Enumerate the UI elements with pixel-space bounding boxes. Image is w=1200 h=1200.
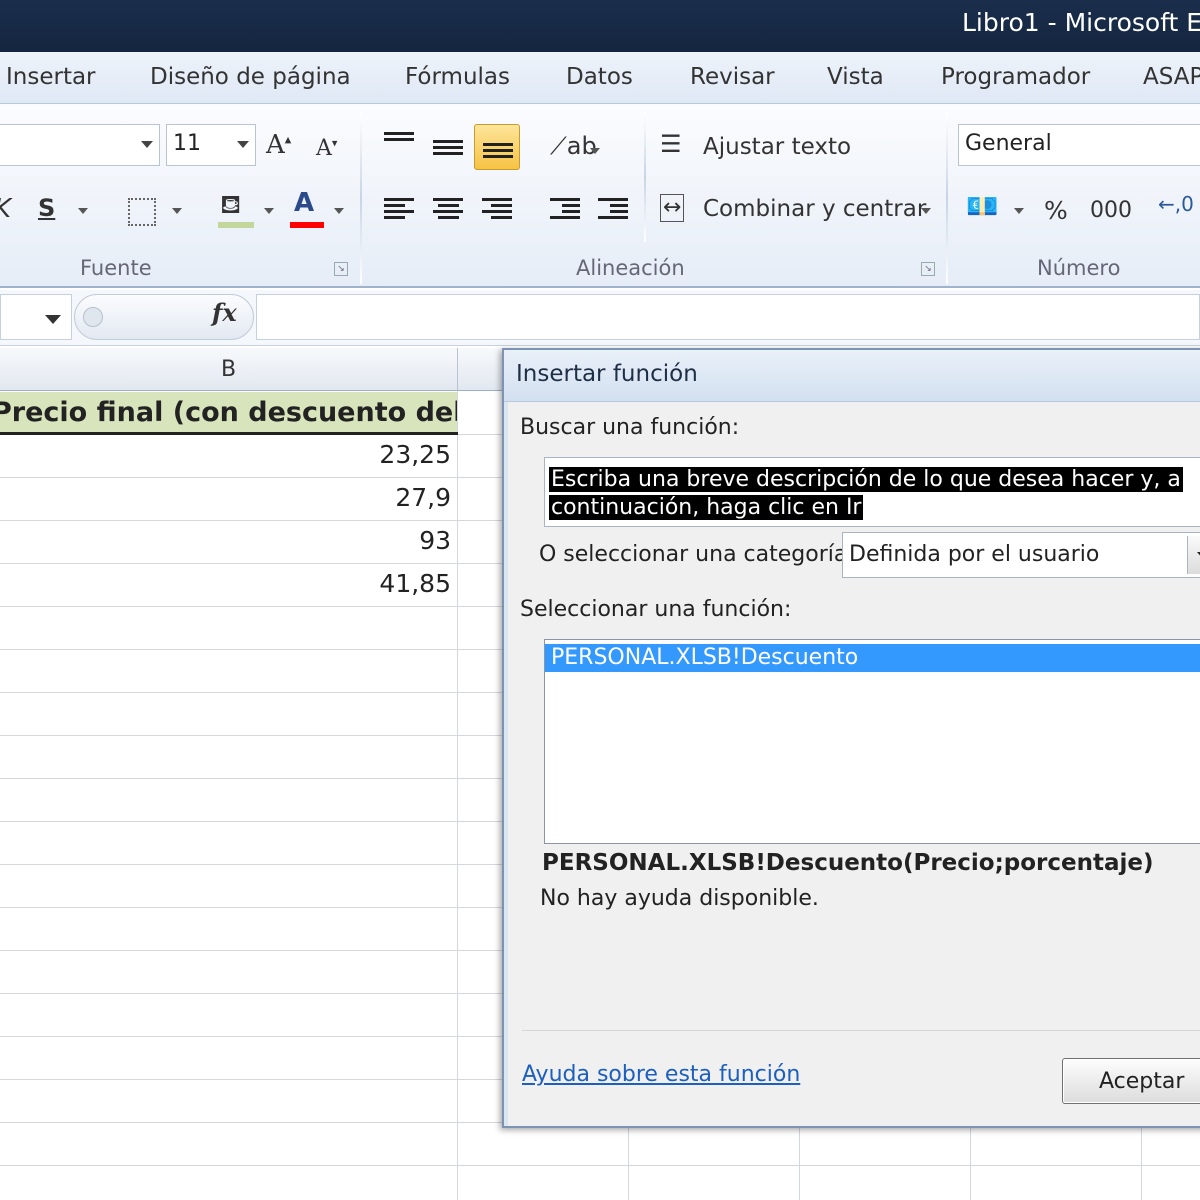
chevron-down-icon [141, 141, 153, 148]
tab-asap[interactable]: ASAP [1143, 64, 1200, 90]
name-box[interactable] [0, 294, 72, 340]
insert-function-button[interactable]: fx [212, 298, 237, 327]
function-list[interactable]: PERSONAL.XLSB!Descuento [544, 639, 1200, 844]
chevron-down-icon[interactable] [590, 148, 600, 154]
tab-insertar[interactable]: Insertar [6, 64, 96, 90]
group-label-alineacion: Alineación [576, 256, 685, 280]
font-color-swatch [290, 222, 324, 228]
decrease-indent-icon[interactable] [550, 198, 580, 222]
tab-revisar[interactable]: Revisar [690, 64, 775, 90]
merge-center-icon[interactable]: ↔ [660, 194, 685, 222]
search-line-2: continuación, haga clic en Ir [549, 495, 864, 520]
category-select[interactable]: Definida por el usuario [842, 532, 1200, 578]
function-signature: PERSONAL.XLSB!Descuento(Precio;porcentaj… [542, 850, 1154, 876]
fill-color-icon[interactable]: ⛾ [220, 190, 241, 224]
align-top-icon[interactable] [384, 132, 414, 156]
borders-icon[interactable] [128, 198, 156, 226]
font-color-icon[interactable]: A [294, 188, 314, 218]
select-function-label: Seleccionar una función: [520, 597, 792, 622]
category-label: O seleccionar una categoría: [539, 542, 855, 567]
divider [522, 1030, 1200, 1032]
ribbon-tabs: Insertar Diseño de página Fórmulas Datos… [0, 52, 1200, 104]
help-link[interactable]: Ayuda sobre esta función [522, 1062, 800, 1087]
formula-bar: fx [0, 290, 1200, 346]
increase-decimal-icon[interactable]: ←,0 [1158, 192, 1194, 216]
group-separator [360, 112, 362, 284]
percent-style-button[interactable]: % [1044, 196, 1068, 225]
comma-style-button[interactable]: 000 [1090, 198, 1132, 223]
chevron-down-icon[interactable] [264, 208, 274, 214]
align-bottom-icon [483, 143, 513, 167]
function-help-text: No hay ayuda disponible. [540, 886, 819, 911]
tab-formulas[interactable]: Fórmulas [405, 64, 510, 90]
chevron-down-icon [237, 141, 249, 148]
dialog-title-bar[interactable]: Insertar función [504, 350, 1200, 402]
ribbon: 11 A▴ A▾ K S ⛾ A Fuente ↘ ⟋ab ☰ Ajustar … [0, 104, 1200, 288]
dialog-body: Buscar una función: Escriba una breve de… [508, 402, 1200, 1126]
chevron-down-icon[interactable] [1014, 208, 1024, 214]
font-name-combo[interactable] [0, 124, 160, 166]
cell-b1-header[interactable]: Precio final (con descuento del 7%) [0, 392, 457, 434]
search-input-text: Escriba una breve descripción de lo que … [549, 466, 1183, 522]
merge-center-button[interactable]: Combinar y centrar [703, 196, 926, 222]
underline-icon[interactable]: S [38, 194, 55, 222]
header-text: Precio final (con descuento del 7%) [0, 397, 457, 428]
chevron-down-icon[interactable] [78, 208, 88, 214]
window-title: Libro1 - Microsoft Ex [962, 8, 1200, 37]
align-bottom-button[interactable] [474, 124, 520, 170]
search-line-1: Escriba una breve descripción de lo que … [549, 467, 1183, 492]
shrink-font-icon[interactable]: A▾ [316, 136, 337, 161]
category-value: Definida por el usuario [849, 542, 1100, 567]
formula-input[interactable] [256, 294, 1200, 340]
fill-color-swatch [218, 222, 254, 228]
italic-icon[interactable]: K [0, 194, 11, 224]
tab-programador[interactable]: Programador [941, 64, 1090, 90]
font-size-value: 11 [173, 131, 201, 156]
cell-b5[interactable]: 41,85 [0, 569, 457, 598]
number-format-combo[interactable]: General [958, 124, 1200, 166]
insert-function-dialog: Insertar función Buscar una función: Esc… [502, 348, 1200, 1128]
column-header-b[interactable]: B [0, 348, 458, 391]
orientation-icon[interactable]: ⟋ab [550, 132, 597, 160]
dialog-title: Insertar función [516, 361, 698, 387]
align-center-icon[interactable] [433, 198, 463, 222]
align-middle-icon[interactable] [433, 140, 463, 164]
font-dialog-launcher-icon[interactable]: ↘ [334, 262, 348, 276]
currency-format-icon[interactable]: 💶 [966, 192, 998, 222]
align-left-icon[interactable] [384, 198, 414, 222]
align-right-icon[interactable] [482, 198, 512, 222]
tab-datos[interactable]: Datos [566, 64, 633, 90]
accept-button-label: Aceptar [1099, 1069, 1185, 1094]
cell-b4[interactable]: 93 [0, 526, 457, 555]
cell-b2[interactable]: 23,25 [0, 440, 457, 469]
chevron-down-icon[interactable] [172, 208, 182, 214]
table-row [0, 1165, 1200, 1166]
cell-b3[interactable]: 27,9 [0, 483, 457, 512]
wrap-text-button[interactable]: Ajustar texto [703, 134, 851, 160]
font-size-combo[interactable]: 11 [166, 124, 256, 166]
increase-indent-icon[interactable] [598, 198, 628, 222]
search-label: Buscar una función: [520, 415, 740, 440]
tab-vista[interactable]: Vista [827, 64, 884, 90]
group-separator [946, 112, 948, 284]
alignment-dialog-launcher-icon[interactable]: ↘ [921, 262, 935, 276]
accept-button[interactable]: Aceptar [1062, 1058, 1200, 1104]
tab-diseno-pagina[interactable]: Diseño de página [150, 64, 351, 90]
group-label-fuente: Fuente [80, 256, 152, 280]
category-dropdown-button[interactable] [1187, 536, 1200, 574]
group-label-numero: Número [1037, 256, 1121, 280]
chevron-down-icon[interactable] [334, 208, 344, 214]
header-border [0, 432, 458, 435]
expand-handle-icon[interactable] [83, 307, 103, 327]
chevron-down-icon[interactable] [921, 208, 931, 214]
grow-font-icon[interactable]: A▴ [266, 130, 291, 160]
number-format-value: General [965, 131, 1052, 156]
list-item[interactable]: PERSONAL.XLSB!Descuento [545, 644, 1200, 672]
search-function-input[interactable]: Escriba una breve descripción de lo que … [544, 457, 1200, 527]
chevron-down-icon[interactable] [45, 315, 61, 324]
separator [644, 112, 646, 242]
wrap-text-icon[interactable]: ☰ [660, 130, 682, 158]
title-bar: Libro1 - Microsoft Ex [0, 0, 1200, 52]
